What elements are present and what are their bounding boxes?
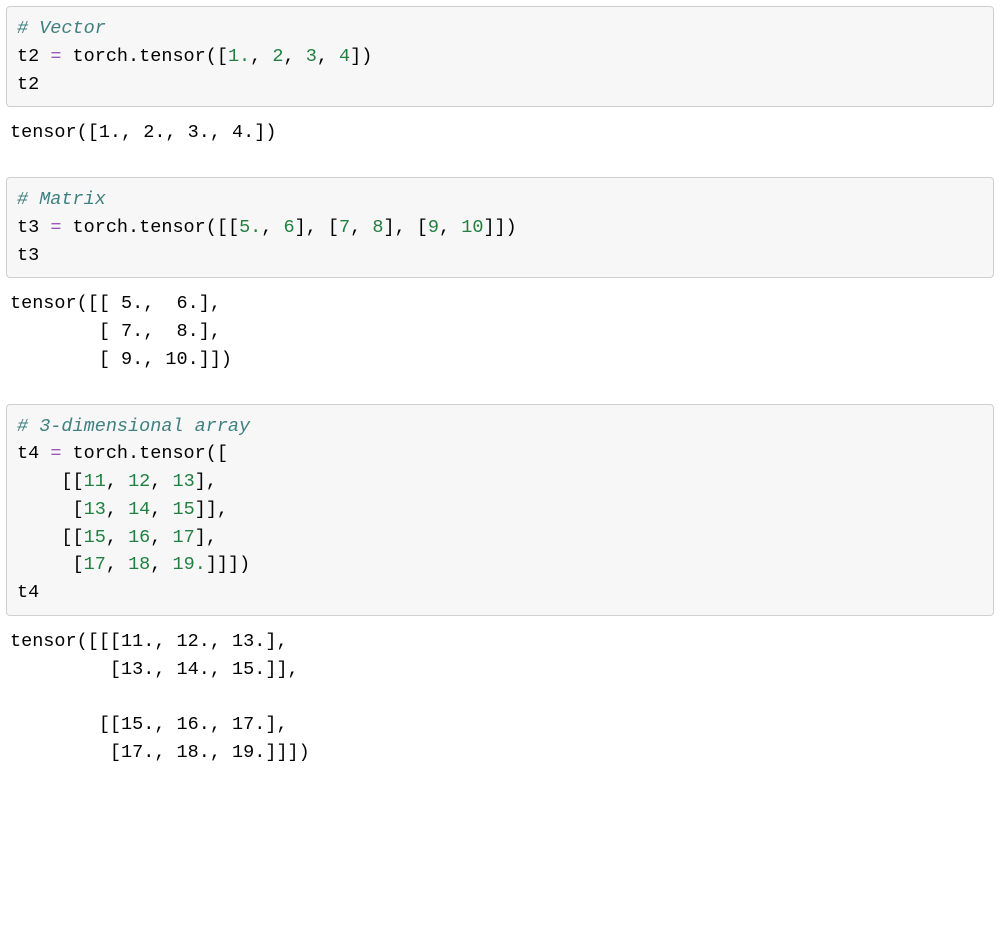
code-token-punc: , [250,46,272,67]
code-token-punc: , [350,217,372,238]
code-token-num: 15 [84,527,106,548]
code-token-num: 7 [339,217,350,238]
code-token-num: 6 [284,217,295,238]
code-token-punc: , [150,527,172,548]
code-token-op: = [50,443,61,464]
code-cell-output: tensor([[ 5., 6.], [ 7., 8.], [ 9., 10.]… [6,288,994,379]
code-token-num: 16 [128,527,150,548]
code-token-punc: ]]]) [206,554,250,575]
code-token-ident: [[ [17,527,84,548]
code-token-num: 8 [372,217,383,238]
code-token-num: 13 [84,499,106,520]
code-token-num: 14 [128,499,150,520]
code-token-punc: , [317,46,339,67]
code-token-ident: t4 [17,443,50,464]
code-token-num: 19. [173,554,206,575]
code-token-num: 15 [173,499,195,520]
code-token-punc: ]) [350,46,372,67]
code-token-ident: [ [17,554,84,575]
code-token-punc: , [106,499,128,520]
code-token-num: 4 [339,46,350,67]
code-token-num: 17 [84,554,106,575]
code-token-ident: [[ [17,471,84,492]
code-token-punc: ], [ [295,217,339,238]
code-token-punc: ], [195,527,228,548]
code-cell-input[interactable]: # 3-dimensional array t4 = torch.tensor(… [6,404,994,616]
code-token-ident: [ [17,499,84,520]
code-token-punc: ]], [195,499,239,520]
code-token-punc: ], [ [383,217,427,238]
code-token-num: 9 [428,217,439,238]
code-token-ident: t4 [17,582,39,603]
code-token-punc: , [150,471,172,492]
code-token-num: 17 [173,527,195,548]
code-token-ident: torch.tensor([ [61,443,228,464]
code-token-comment: # 3-dimensional array [17,416,250,437]
code-token-num: 3 [306,46,317,67]
code-token-punc: , [150,554,172,575]
code-token-ident: torch.tensor([ [61,46,228,67]
code-token-num: 13 [173,471,195,492]
code-cell-output: tensor([[[11., 12., 13.], [13., 14., 15.… [6,626,994,773]
code-token-ident: t2 [17,74,39,95]
code-token-punc: , [106,554,128,575]
code-cell-input[interactable]: # Vector t2 = torch.tensor([1., 2, 3, 4]… [6,6,994,107]
code-token-num: 10 [461,217,483,238]
code-cell-input[interactable]: # Matrix t3 = torch.tensor([[5., 6], [7,… [6,177,994,278]
code-token-ident: t3 [17,217,50,238]
code-token-ident: torch.tensor([[ [61,217,239,238]
code-token-punc: , [106,471,128,492]
code-token-op: = [50,46,61,67]
code-token-num: 2 [272,46,283,67]
code-token-punc: , [150,499,172,520]
code-token-ident: t3 [17,245,39,266]
code-token-punc: , [439,217,461,238]
code-token-num: 1. [228,46,250,67]
code-token-punc: ]]) [483,217,516,238]
code-token-num: 18 [128,554,150,575]
code-token-ident: t2 [17,46,50,67]
code-token-punc: , [261,217,283,238]
code-cell-output: tensor([1., 2., 3., 4.]) [6,117,994,153]
code-token-num: 5. [239,217,261,238]
code-token-punc: ], [195,471,228,492]
code-token-op: = [50,217,61,238]
code-token-comment: # Matrix [17,189,106,210]
code-token-punc: , [106,527,128,548]
code-token-comment: # Vector [17,18,106,39]
code-token-num: 12 [128,471,150,492]
code-token-num: 11 [84,471,106,492]
code-token-punc: , [284,46,306,67]
